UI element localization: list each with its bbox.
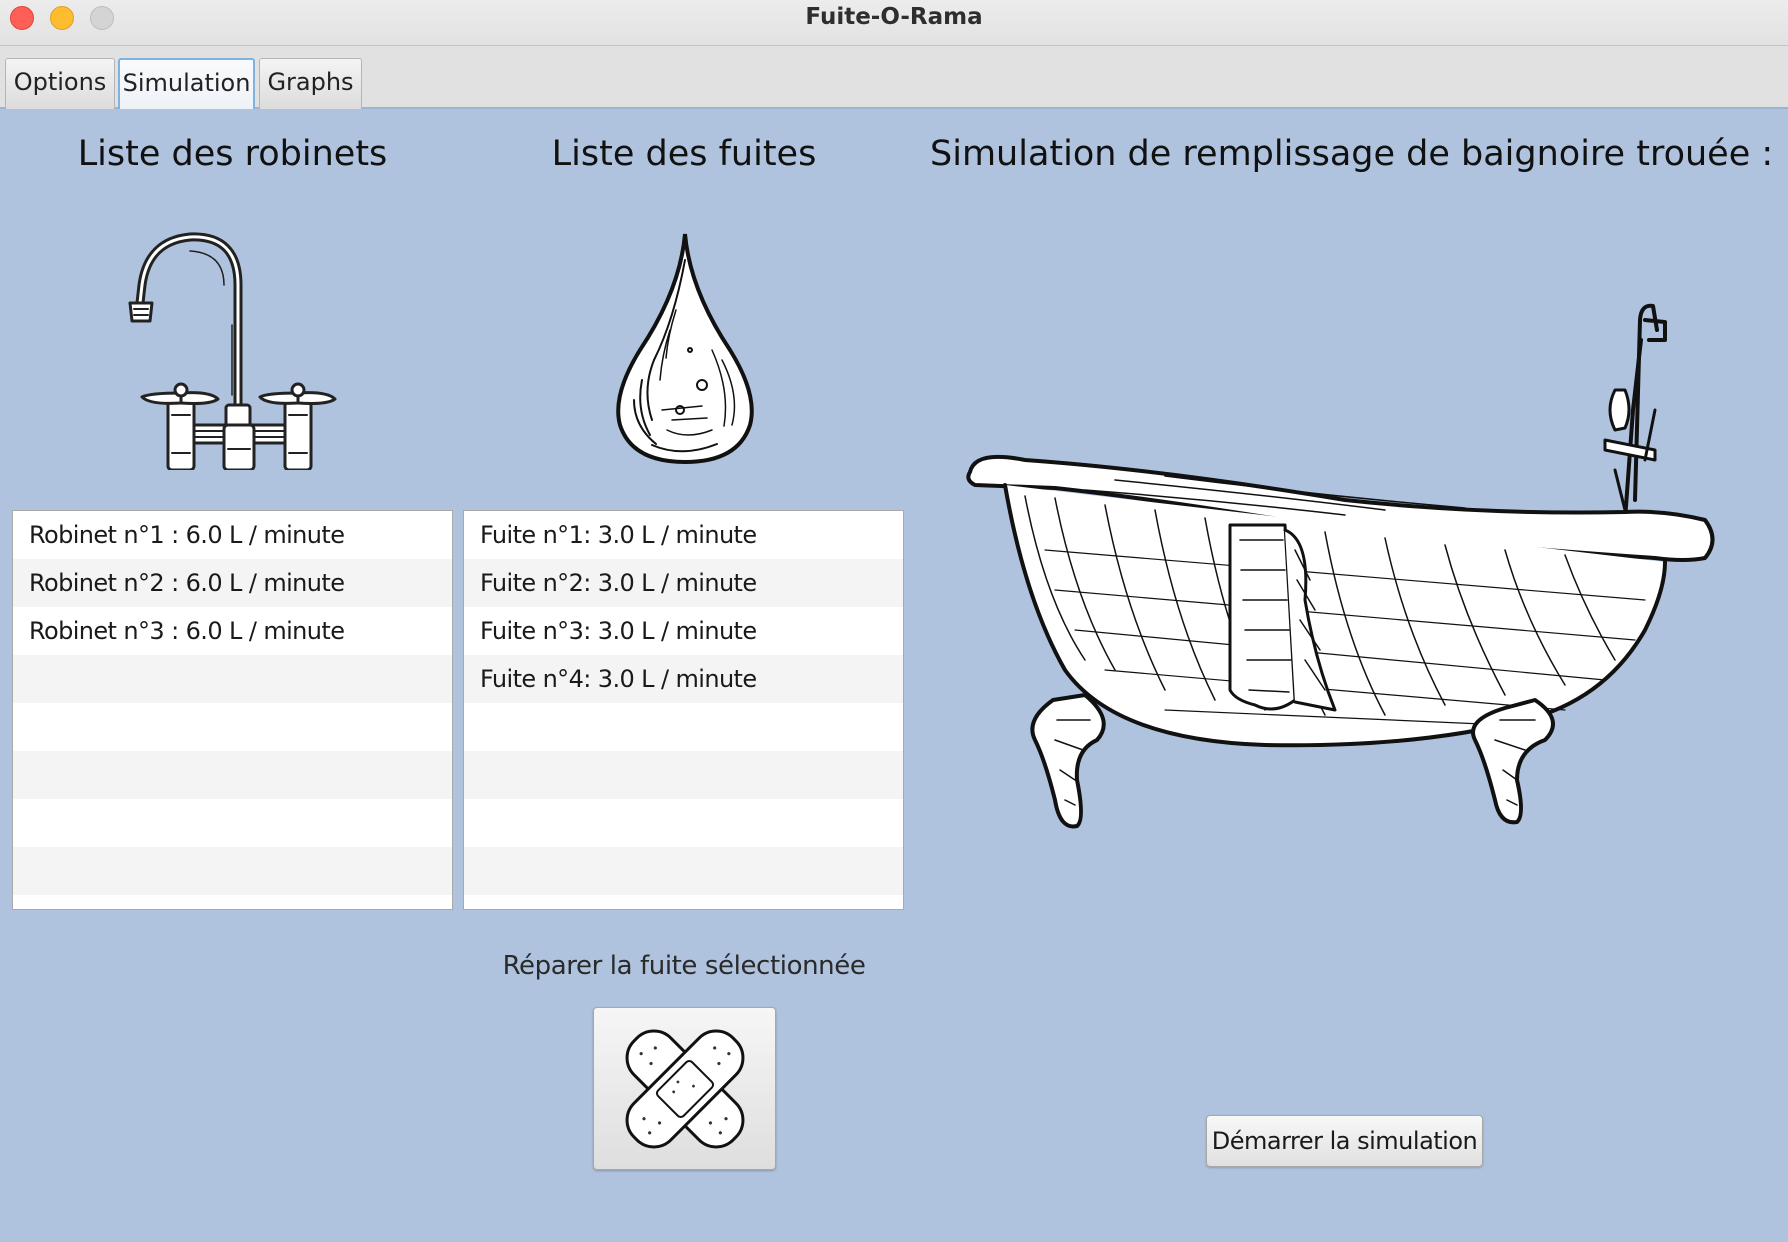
start-simulation-button[interactable]: Démarrer la simulation xyxy=(1206,1115,1483,1167)
leaks-heading: Liste des fuites xyxy=(551,134,817,174)
tab-graphs[interactable]: Graphs xyxy=(259,58,362,109)
list-item[interactable]: Fuite n°4: 3.0 L / minute xyxy=(464,655,903,703)
list-item[interactable]: Fuite n°1: 3.0 L / minute xyxy=(464,511,903,559)
empty-list-row xyxy=(13,703,452,751)
list-item[interactable]: Fuite n°3: 3.0 L / minute xyxy=(464,607,903,655)
list-item[interactable]: Robinet n°2 : 6.0 L / minute xyxy=(13,559,452,607)
water-drop-icon xyxy=(612,230,758,466)
empty-list-row xyxy=(464,847,903,895)
empty-list-row xyxy=(13,655,452,703)
faucets-heading: Liste des robinets xyxy=(77,134,388,174)
faucets-list[interactable]: Robinet n°1 : 6.0 L / minute Robinet n°2… xyxy=(12,510,453,910)
repair-leak-button[interactable] xyxy=(593,1007,776,1170)
list-item[interactable]: Fuite n°2: 3.0 L / minute xyxy=(464,559,903,607)
list-item[interactable]: Robinet n°3 : 6.0 L / minute xyxy=(13,607,452,655)
simulation-heading: Simulation de remplissage de baignoire t… xyxy=(930,134,1774,174)
bathtub-icon xyxy=(965,300,1725,835)
tab-options[interactable]: Options xyxy=(5,58,115,109)
empty-list-row xyxy=(464,751,903,799)
empty-list-row xyxy=(13,847,452,895)
repair-label: Réparer la fuite sélectionnée xyxy=(502,951,866,981)
empty-list-row xyxy=(13,751,452,799)
list-item[interactable]: Robinet n°1 : 6.0 L / minute xyxy=(13,511,452,559)
empty-list-row xyxy=(13,799,452,847)
empty-list-row xyxy=(464,703,903,751)
leaks-list[interactable]: Fuite n°1: 3.0 L / minute Fuite n°2: 3.0… xyxy=(463,510,904,910)
tab-simulation[interactable]: Simulation xyxy=(118,58,255,109)
tab-bar: Options Simulation Graphs xyxy=(0,46,1788,109)
faucet-icon xyxy=(120,225,350,472)
window-title: Fuite-O-Rama xyxy=(805,4,983,30)
title-bar: Fuite-O-Rama xyxy=(0,0,1788,46)
bandage-icon xyxy=(625,1029,745,1149)
empty-list-row xyxy=(464,799,903,847)
